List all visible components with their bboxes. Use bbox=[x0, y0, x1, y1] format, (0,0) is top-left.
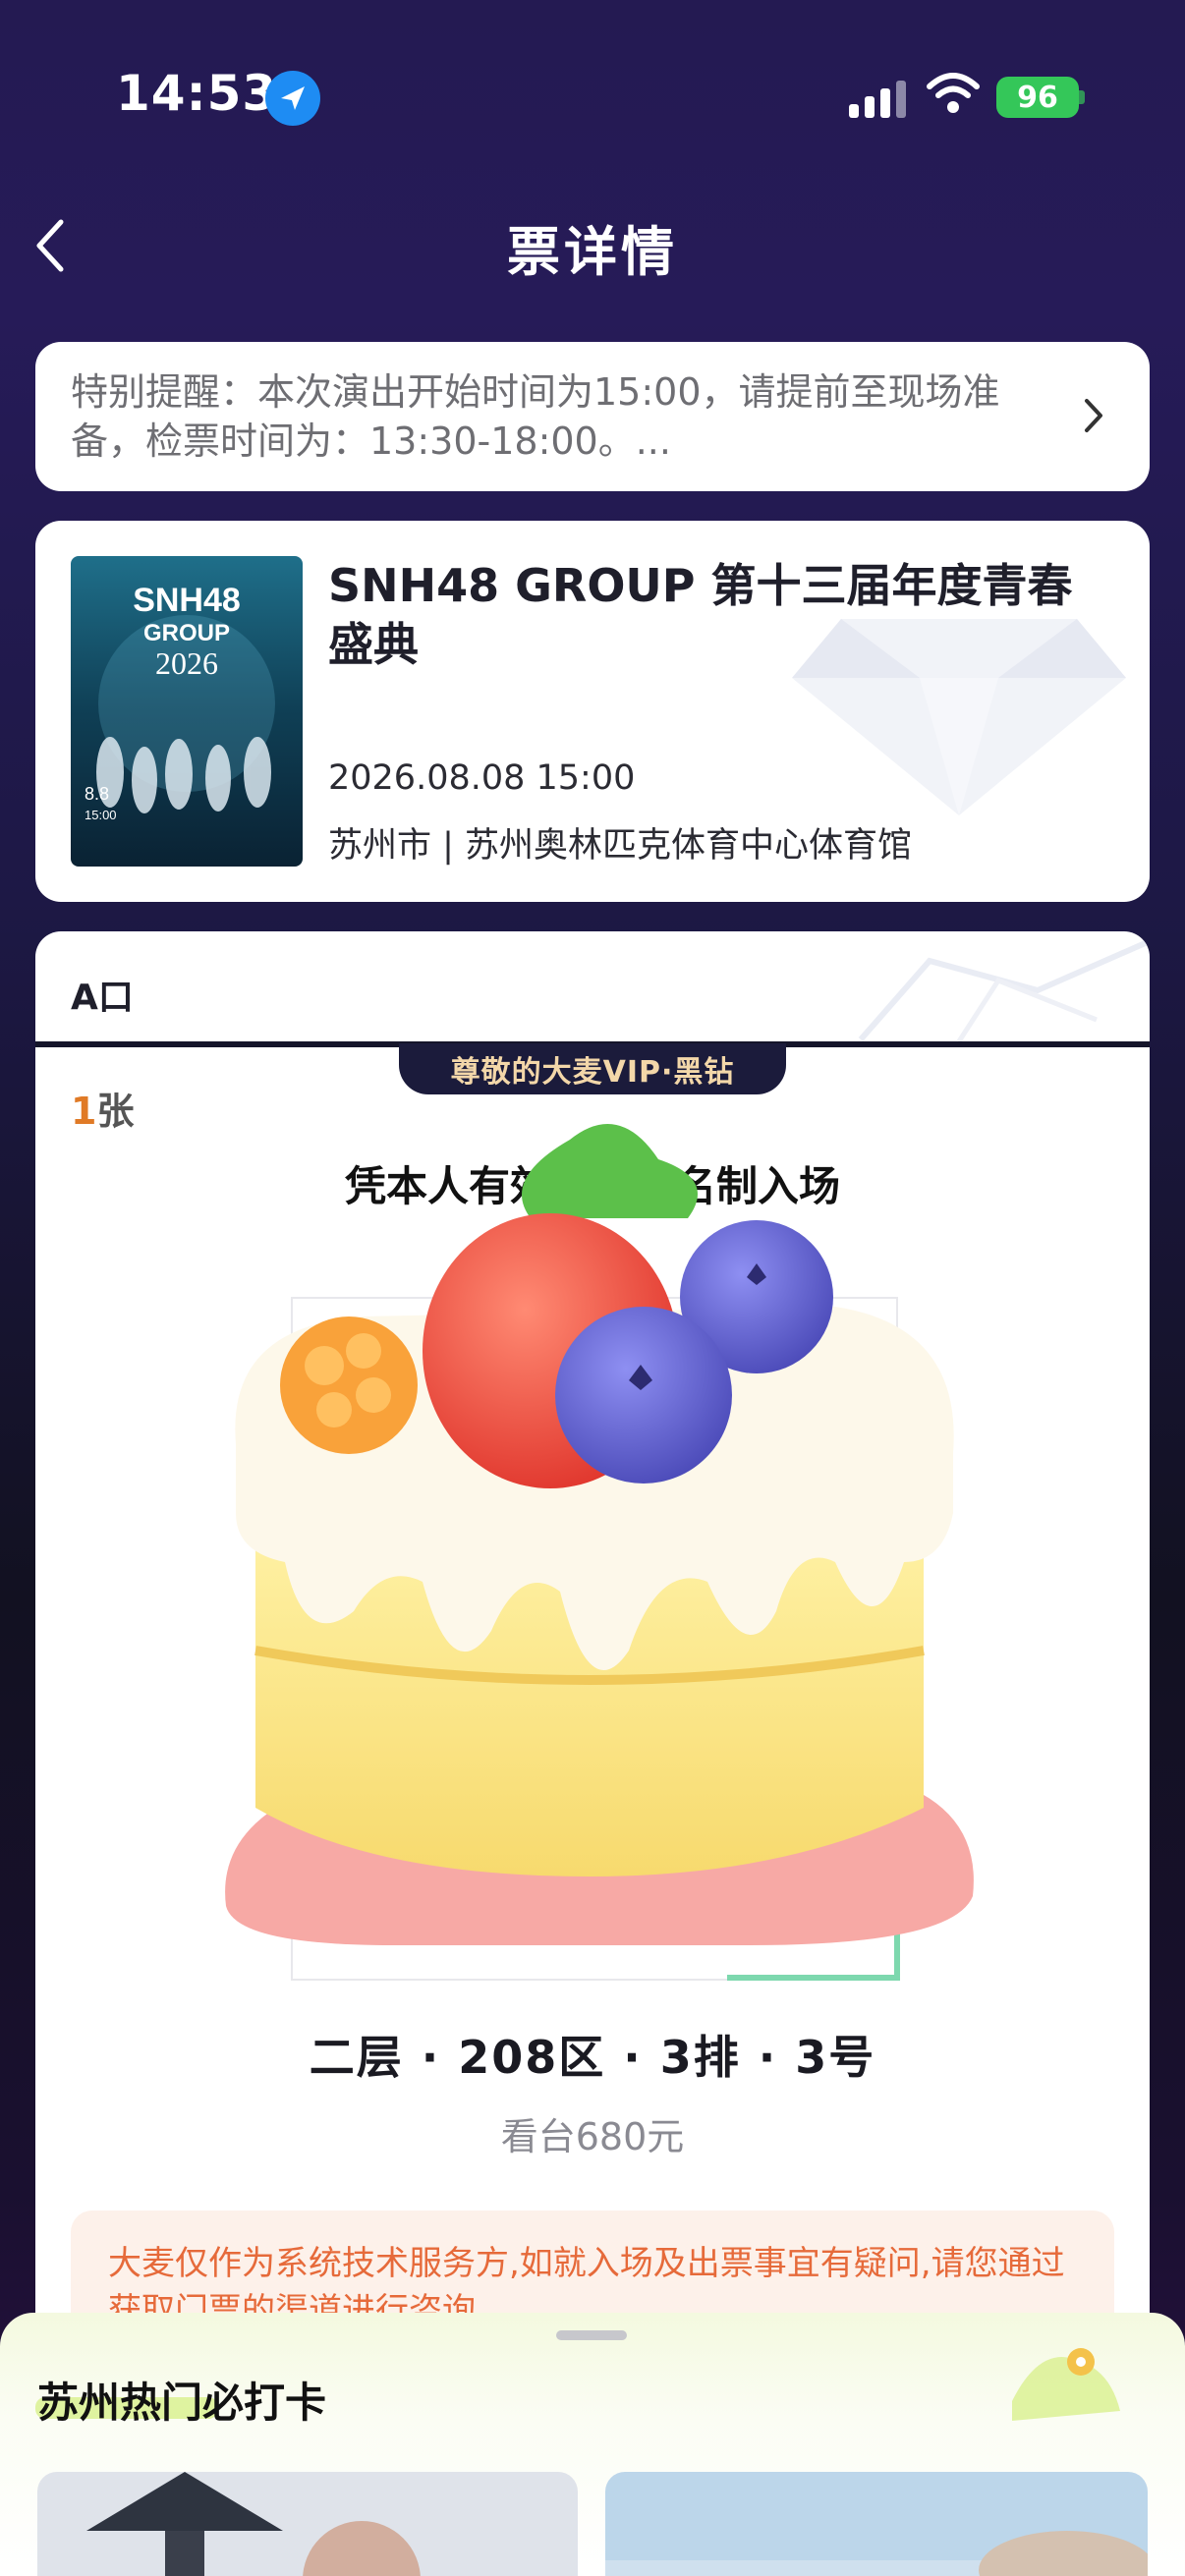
chevron-right-icon bbox=[1083, 397, 1104, 434]
ticket-count: 1张 bbox=[71, 1081, 134, 1135]
ticket-count-unit: 张 bbox=[96, 1090, 135, 1133]
notice-banner[interactable]: 特别提醒：本次演出开始时间为15:00，请提前至现场准备，检票时间为：13:30… bbox=[35, 342, 1150, 491]
battery-indicator: 96 bbox=[996, 77, 1079, 118]
event-date: 2026.08.08 15:00 bbox=[328, 758, 636, 798]
battery-tip bbox=[1079, 90, 1085, 104]
ticket-count-number: 1 bbox=[71, 1090, 97, 1133]
event-poster: SNH48 GROUP 2026 8.8 15:00 bbox=[71, 556, 303, 867]
event-card[interactable]: SNH48 GROUP 2026 8.8 15:00 SNH48 GROUP 第… bbox=[35, 521, 1150, 902]
page-title: 票详情 bbox=[507, 221, 678, 283]
bottom-sheet[interactable]: 苏州热门必打卡 bbox=[0, 2313, 1185, 2576]
ticket-header: A口 bbox=[35, 931, 1150, 1041]
map-pattern bbox=[858, 938, 1150, 1041]
map-pin-icon bbox=[1012, 2348, 1120, 2421]
cake-sticker-icon bbox=[225, 1124, 974, 1945]
attraction-card-1[interactable] bbox=[37, 2472, 578, 2576]
seat-info: 二层 · 208区 · 3排 · 3号 bbox=[309, 2031, 876, 2084]
sheet-drag-handle[interactable] bbox=[556, 2330, 627, 2340]
wifi-icon bbox=[926, 71, 981, 116]
status-time: 14:53 bbox=[116, 65, 278, 122]
signal-icon bbox=[847, 79, 910, 120]
poster-time: 15:00 bbox=[85, 808, 117, 822]
event-venue: 苏州市 | 苏州奥林匹克体育中心体育馆 bbox=[328, 826, 913, 866]
vip-badge: 尊敬的大麦VIP·黑钻 bbox=[399, 1043, 786, 1094]
poster-brand: SNH48 bbox=[133, 582, 241, 619]
ticket-price: 看台680元 bbox=[500, 2115, 685, 2158]
poster-group: GROUP bbox=[143, 620, 230, 646]
sheet-title: 苏州热门必打卡 bbox=[37, 2379, 327, 2427]
poster-year: 2026 bbox=[155, 645, 218, 681]
notice-text: 特别提醒：本次演出开始时间为15:00，请提前至现场准备，检票时间为：13:30… bbox=[71, 370, 1000, 463]
event-title: SNH48 GROUP 第十三届年度青春盛典 bbox=[328, 559, 1073, 671]
location-arrow-icon bbox=[265, 71, 320, 126]
poster-date: 8.8 bbox=[85, 784, 109, 804]
ticket-gate: A口 bbox=[71, 978, 134, 1018]
attraction-card-2[interactable] bbox=[605, 2472, 1148, 2576]
